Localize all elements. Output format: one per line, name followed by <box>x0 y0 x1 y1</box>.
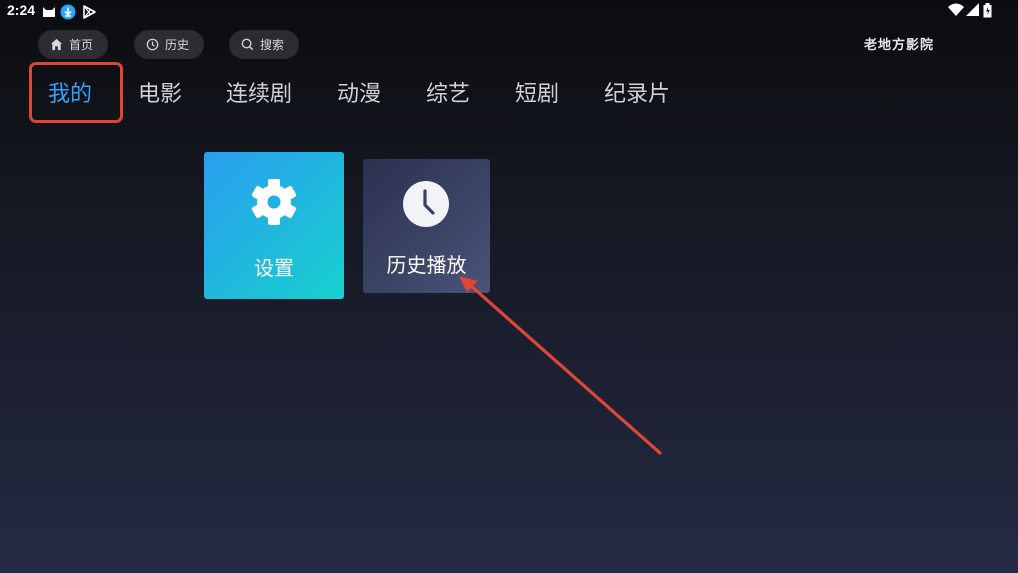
annotation-arrow <box>459 276 662 455</box>
